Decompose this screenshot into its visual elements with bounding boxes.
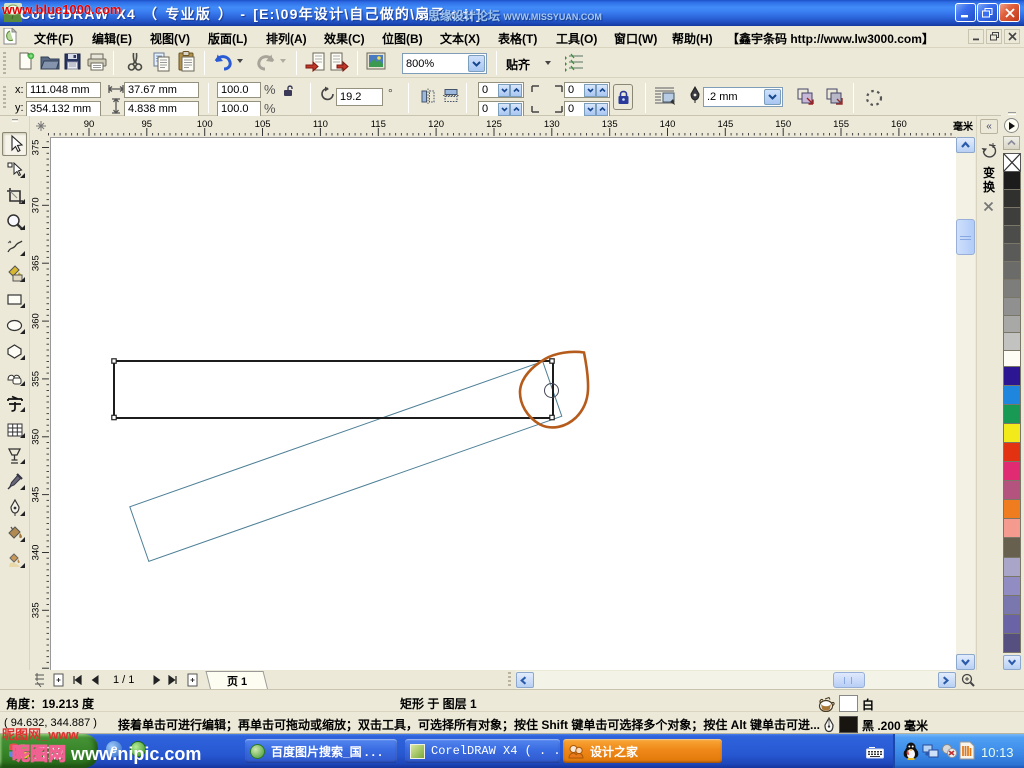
- svg-text:145: 145: [717, 119, 733, 130]
- svg-text:150: 150: [775, 119, 791, 130]
- svg-text:350: 350: [31, 429, 42, 445]
- svg-text:120: 120: [428, 119, 444, 130]
- svg-text:370: 370: [31, 197, 42, 213]
- svg-text:140: 140: [660, 119, 676, 130]
- svg-text:115: 115: [371, 119, 386, 130]
- svg-text:375: 375: [31, 140, 42, 156]
- svg-text:90: 90: [84, 119, 95, 130]
- svg-text:110: 110: [313, 119, 328, 130]
- svg-text:360: 360: [31, 313, 42, 329]
- svg-text:340: 340: [31, 545, 42, 561]
- svg-text:345: 345: [31, 487, 42, 503]
- svg-text:335: 335: [31, 602, 42, 618]
- svg-text:155: 155: [833, 119, 849, 130]
- svg-text:95: 95: [142, 119, 153, 130]
- svg-text:125: 125: [486, 119, 502, 130]
- svg-text:355: 355: [31, 371, 42, 387]
- svg-text:130: 130: [544, 119, 560, 130]
- svg-text:100: 100: [197, 119, 213, 130]
- svg-text:365: 365: [31, 255, 42, 271]
- svg-text:105: 105: [255, 119, 271, 130]
- svg-text:135: 135: [602, 119, 618, 130]
- svg-text:160: 160: [891, 119, 907, 130]
